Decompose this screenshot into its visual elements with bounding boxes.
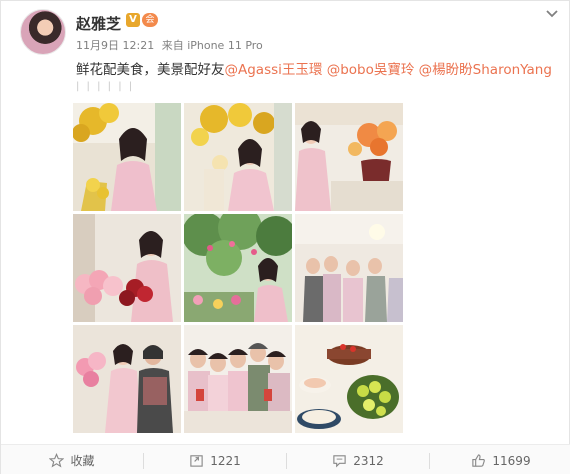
repost-icon [190,455,203,467]
comment-count: 2312 [353,453,384,468]
vip-badge: 会 [142,13,158,27]
repost-button[interactable]: 1221 [144,445,286,474]
comment-icon [333,455,346,468]
photo-9[interactable] [295,325,403,433]
photo-8[interactable] [184,325,292,433]
post-meta: 11月9日 12:21 来自 iPhone 11 Pro [76,37,267,53]
photo-4[interactable] [73,214,181,322]
avatar[interactable] [20,9,66,55]
like-button[interactable]: 11699 [430,445,570,474]
favorite-button[interactable]: 收藏 [1,445,143,474]
favorite-label: 收藏 [70,454,95,468]
mention-link[interactable]: @Agassi王玉環 [225,62,323,78]
mention-link[interactable]: @bobo吳寶玲 [327,62,415,78]
mention-link[interactable]: @楊盼盼SharonYang [419,62,552,78]
post-text-plain: 鲜花配美食，美景配好友 [76,62,225,78]
photo-1[interactable] [73,103,181,211]
comment-button[interactable]: 2312 [287,445,429,474]
post-date[interactable]: 11月9日 12:21 [76,39,154,52]
photo-3[interactable] [295,103,403,211]
star-icon [49,453,65,468]
repost-count: 1221 [210,453,241,468]
verified-badge: V [126,13,140,27]
post-source: 来自 iPhone 11 Pro [161,39,263,52]
photo-5[interactable] [184,214,292,322]
text-separator: | | | | | | [76,81,135,92]
photo-7[interactable] [73,325,181,433]
post-text: 鲜花配美食，美景配好友@Agassi王玉環 @bobo吳寶玲 @楊盼盼Sharo… [76,58,561,78]
like-count: 11699 [492,453,531,468]
thumbs-up-icon [472,454,486,467]
photo-6[interactable] [295,214,403,322]
action-bar: 收藏 1221 2312 11699 [1,444,570,474]
user-name[interactable]: 赵雅芝 [76,13,121,34]
chevron-down-icon[interactable] [543,5,561,23]
photo-grid [73,103,403,434]
weibo-post-card: 赵雅芝 V 会 11月9日 12:21 来自 iPhone 11 Pro 鲜花配… [0,0,570,474]
photo-2[interactable] [184,103,292,211]
